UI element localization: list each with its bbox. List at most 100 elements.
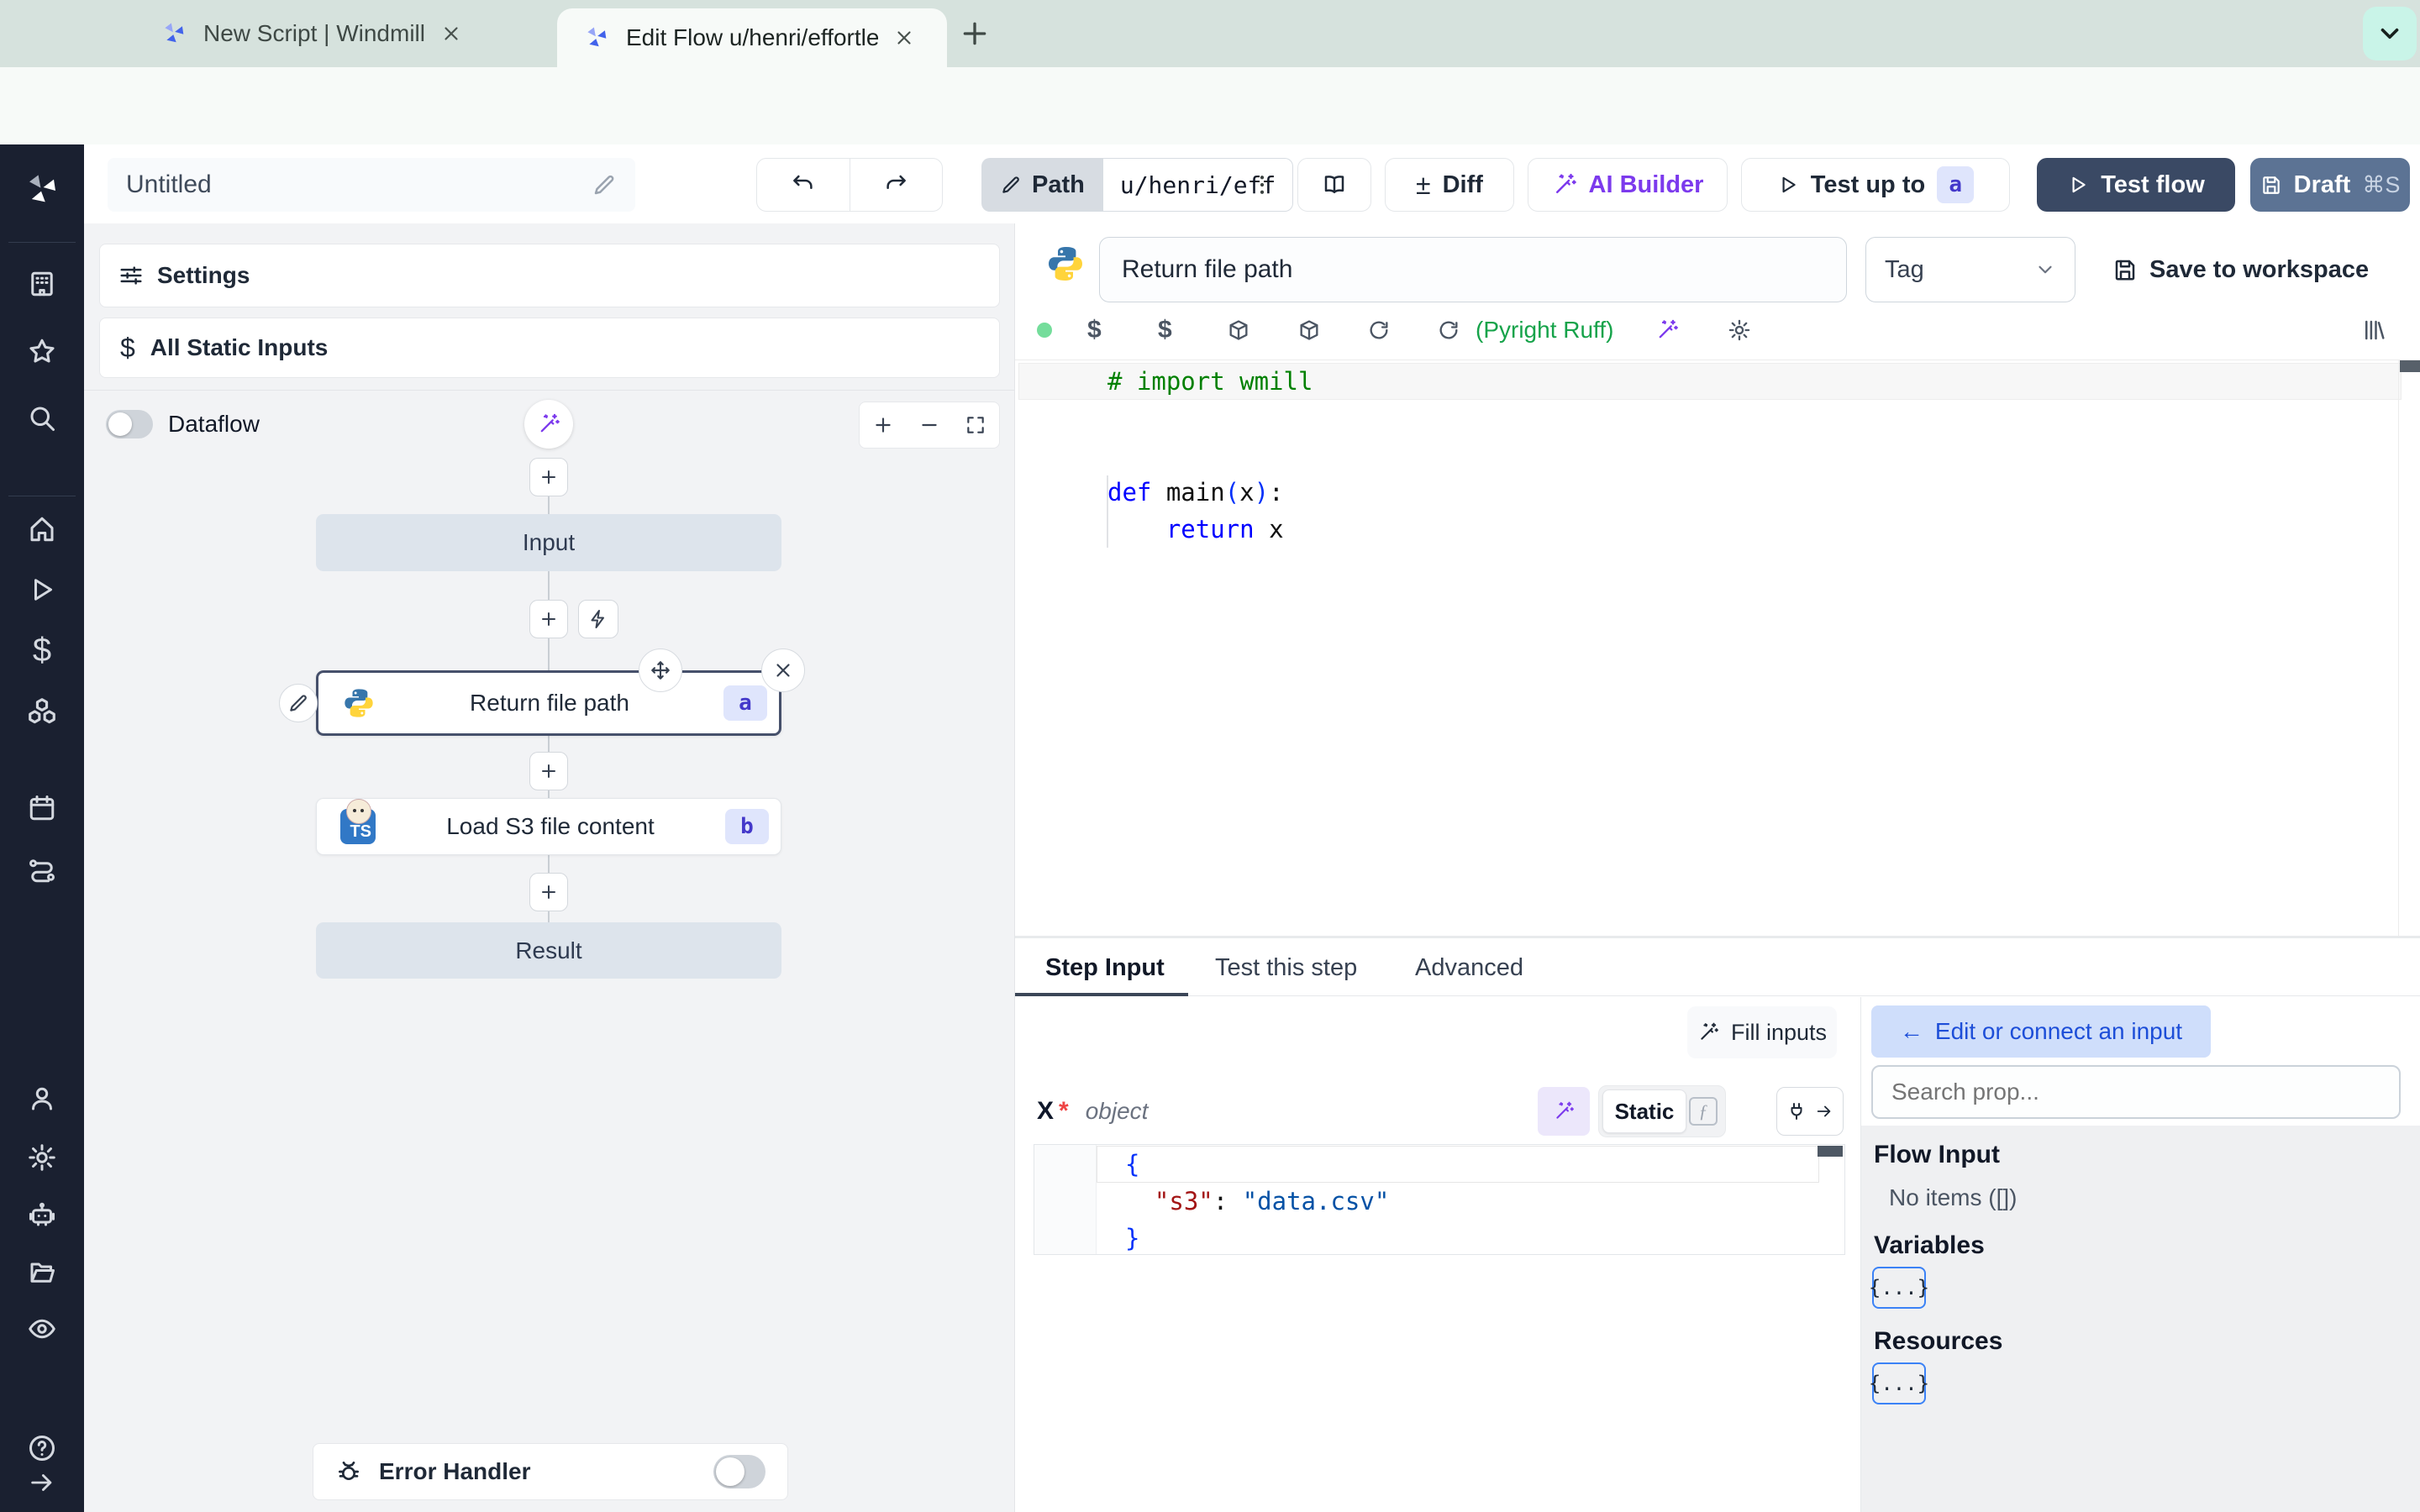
- sidebar-item-runs[interactable]: [0, 575, 84, 605]
- test-flow-button[interactable]: Test flow: [2037, 158, 2235, 212]
- flow-edge: [548, 496, 550, 514]
- flow-node-result[interactable]: Result: [316, 922, 781, 979]
- dollar-icon: $: [120, 332, 135, 363]
- package-icon[interactable]: [1297, 311, 1321, 349]
- save-to-workspace-button[interactable]: Save to workspace: [2112, 249, 2369, 291]
- sidebar-item-schedules[interactable]: [0, 793, 84, 823]
- redo-button[interactable]: [850, 172, 943, 197]
- save-icon: [2112, 257, 2138, 282]
- assets-button[interactable]: $: [1087, 311, 1102, 349]
- new-tab-button[interactable]: [958, 17, 992, 55]
- sidebar-item-settings[interactable]: [0, 1142, 84, 1173]
- tab-test-this-step[interactable]: Test this step: [1215, 939, 1357, 996]
- flow-name-field[interactable]: Untitled: [108, 158, 635, 212]
- tab-step-input[interactable]: Step Input: [1045, 939, 1165, 996]
- fill-inputs-button[interactable]: Fill inputs: [1687, 1006, 1837, 1058]
- static-option[interactable]: Static: [1602, 1089, 1686, 1133]
- error-handler-row[interactable]: Error Handler: [313, 1443, 788, 1500]
- tab-close-icon[interactable]: [893, 27, 915, 49]
- fit-view-icon[interactable]: [965, 414, 986, 436]
- reload-deps-icon[interactable]: [1437, 311, 1460, 349]
- edit-step-button[interactable]: [279, 684, 318, 722]
- flow-settings-button[interactable]: Settings: [99, 244, 1000, 307]
- add-step-button[interactable]: [529, 458, 568, 496]
- wand-icon: [1552, 172, 1577, 197]
- sidebar-collapse-icon[interactable]: [0, 1468, 84, 1497]
- move-step-button[interactable]: [639, 648, 682, 692]
- add-step-button[interactable]: [529, 873, 568, 911]
- tab-advanced[interactable]: Advanced: [1415, 939, 1523, 996]
- diff-button[interactable]: ± Diff: [1385, 158, 1514, 212]
- expression-option-icon[interactable]: ƒ: [1686, 1097, 1720, 1126]
- variables-button[interactable]: $: [1158, 311, 1172, 349]
- edit-or-connect-button[interactable]: ← Edit or connect an input: [1871, 1005, 2211, 1058]
- add-step-button[interactable]: [529, 600, 568, 638]
- delete-step-button[interactable]: [761, 648, 805, 692]
- json-code[interactable]: { "s3": "data.csv"}: [1097, 1146, 1819, 1257]
- add-step-button[interactable]: [529, 752, 568, 790]
- dataflow-label: Dataflow: [168, 411, 260, 437]
- required-asterisk: *: [1059, 1097, 1069, 1125]
- sidebar-item-search[interactable]: [0, 403, 84, 433]
- step-name-input[interactable]: [1099, 237, 1847, 302]
- sidebar-item-favorites[interactable]: [0, 336, 84, 366]
- ai-builder-button[interactable]: AI Builder: [1528, 158, 1728, 212]
- sidebar-item-help[interactable]: [0, 1433, 84, 1463]
- package-icon[interactable]: [1227, 311, 1250, 349]
- more-options-icon[interactable]: [1240, 158, 1284, 212]
- zoom-out-icon[interactable]: [918, 414, 940, 436]
- ai-fill-arg-button[interactable]: [1538, 1087, 1590, 1136]
- flow-node-input[interactable]: Input: [316, 514, 781, 571]
- sidebar-item-resources[interactable]: [0, 696, 84, 727]
- sidebar-item-audit-logs[interactable]: [0, 1314, 84, 1344]
- arg-type: object: [1085, 1098, 1149, 1124]
- all-static-inputs-button[interactable]: $ All Static Inputs: [99, 318, 1000, 378]
- resources-expand-button[interactable]: {...}: [1869, 1362, 1929, 1404]
- ai-flow-wand-button[interactable]: [524, 400, 573, 449]
- tab-search-button[interactable]: [2363, 7, 2417, 60]
- json-scrollbar-handle[interactable]: [1818, 1146, 1843, 1157]
- panel-splitter[interactable]: [1015, 936, 2420, 938]
- variables-expand-button[interactable]: {...}: [1869, 1267, 1929, 1309]
- library-icon[interactable]: [2361, 311, 2386, 349]
- ai-assist-icon[interactable]: [1655, 311, 1679, 349]
- tab-close-icon[interactable]: [440, 23, 462, 45]
- code-editor[interactable]: # import wmill def main(x): return x: [1107, 363, 2368, 548]
- browser-window: New Script | Windmill Edit Flow u/henri/…: [0, 0, 2420, 1512]
- error-handler-toggle[interactable]: [713, 1455, 765, 1488]
- tag-select[interactable]: Tag: [1865, 237, 2075, 302]
- active-tab-underline: [1015, 993, 1188, 996]
- sidebar-item-workspace[interactable]: [0, 269, 84, 299]
- sidebar-item-triggers[interactable]: [0, 855, 84, 885]
- edit-pencil-icon: [1000, 174, 1022, 196]
- docs-button[interactable]: [1297, 158, 1371, 212]
- sidebar-item-users[interactable]: [0, 1084, 84, 1114]
- sidebar-item-variables[interactable]: $: [0, 632, 84, 669]
- reload-deps-icon[interactable]: [1367, 311, 1391, 349]
- step-tabs: Step Input Test this step Advanced: [1015, 939, 2420, 996]
- flow-edge: [548, 638, 550, 670]
- flow-node-step-a[interactable]: Return file path a: [316, 670, 781, 736]
- connect-input-shortcut[interactable]: [1776, 1087, 1844, 1136]
- flow-node-step-b[interactable]: TS Load S3 file content b: [316, 798, 781, 855]
- arg-json-editor[interactable]: { "s3": "data.csv"}: [1034, 1144, 1845, 1255]
- add-trigger-button[interactable]: [578, 600, 618, 638]
- typescript-bun-icon: TS: [340, 799, 376, 844]
- lint-status-label[interactable]: (Pyright Ruff): [1476, 311, 1613, 349]
- sidebar-item-workers[interactable]: [0, 1200, 84, 1230]
- windmill-logo[interactable]: [0, 170, 84, 210]
- scrollbar-handle[interactable]: [2400, 360, 2420, 372]
- draft-button[interactable]: Draft ⌘S: [2250, 158, 2410, 212]
- editor-settings-icon[interactable]: [1728, 311, 1751, 349]
- sidebar-item-folders[interactable]: [0, 1257, 84, 1287]
- browser-tab-edit-flow[interactable]: Edit Flow u/henri/effortless_fl: [557, 8, 947, 67]
- test-up-to-button[interactable]: Test up to a: [1741, 158, 2010, 212]
- dataflow-toggle[interactable]: [106, 410, 153, 438]
- search-prop-input[interactable]: [1871, 1065, 2401, 1119]
- zoom-in-icon[interactable]: [872, 414, 894, 436]
- static-mode-toggle: Static ƒ: [1598, 1085, 1726, 1137]
- undo-button[interactable]: [757, 159, 850, 211]
- browser-tab-new-script[interactable]: New Script | Windmill: [134, 0, 529, 67]
- sidebar-item-home[interactable]: [0, 514, 84, 544]
- json-gutter: [1034, 1145, 1097, 1254]
